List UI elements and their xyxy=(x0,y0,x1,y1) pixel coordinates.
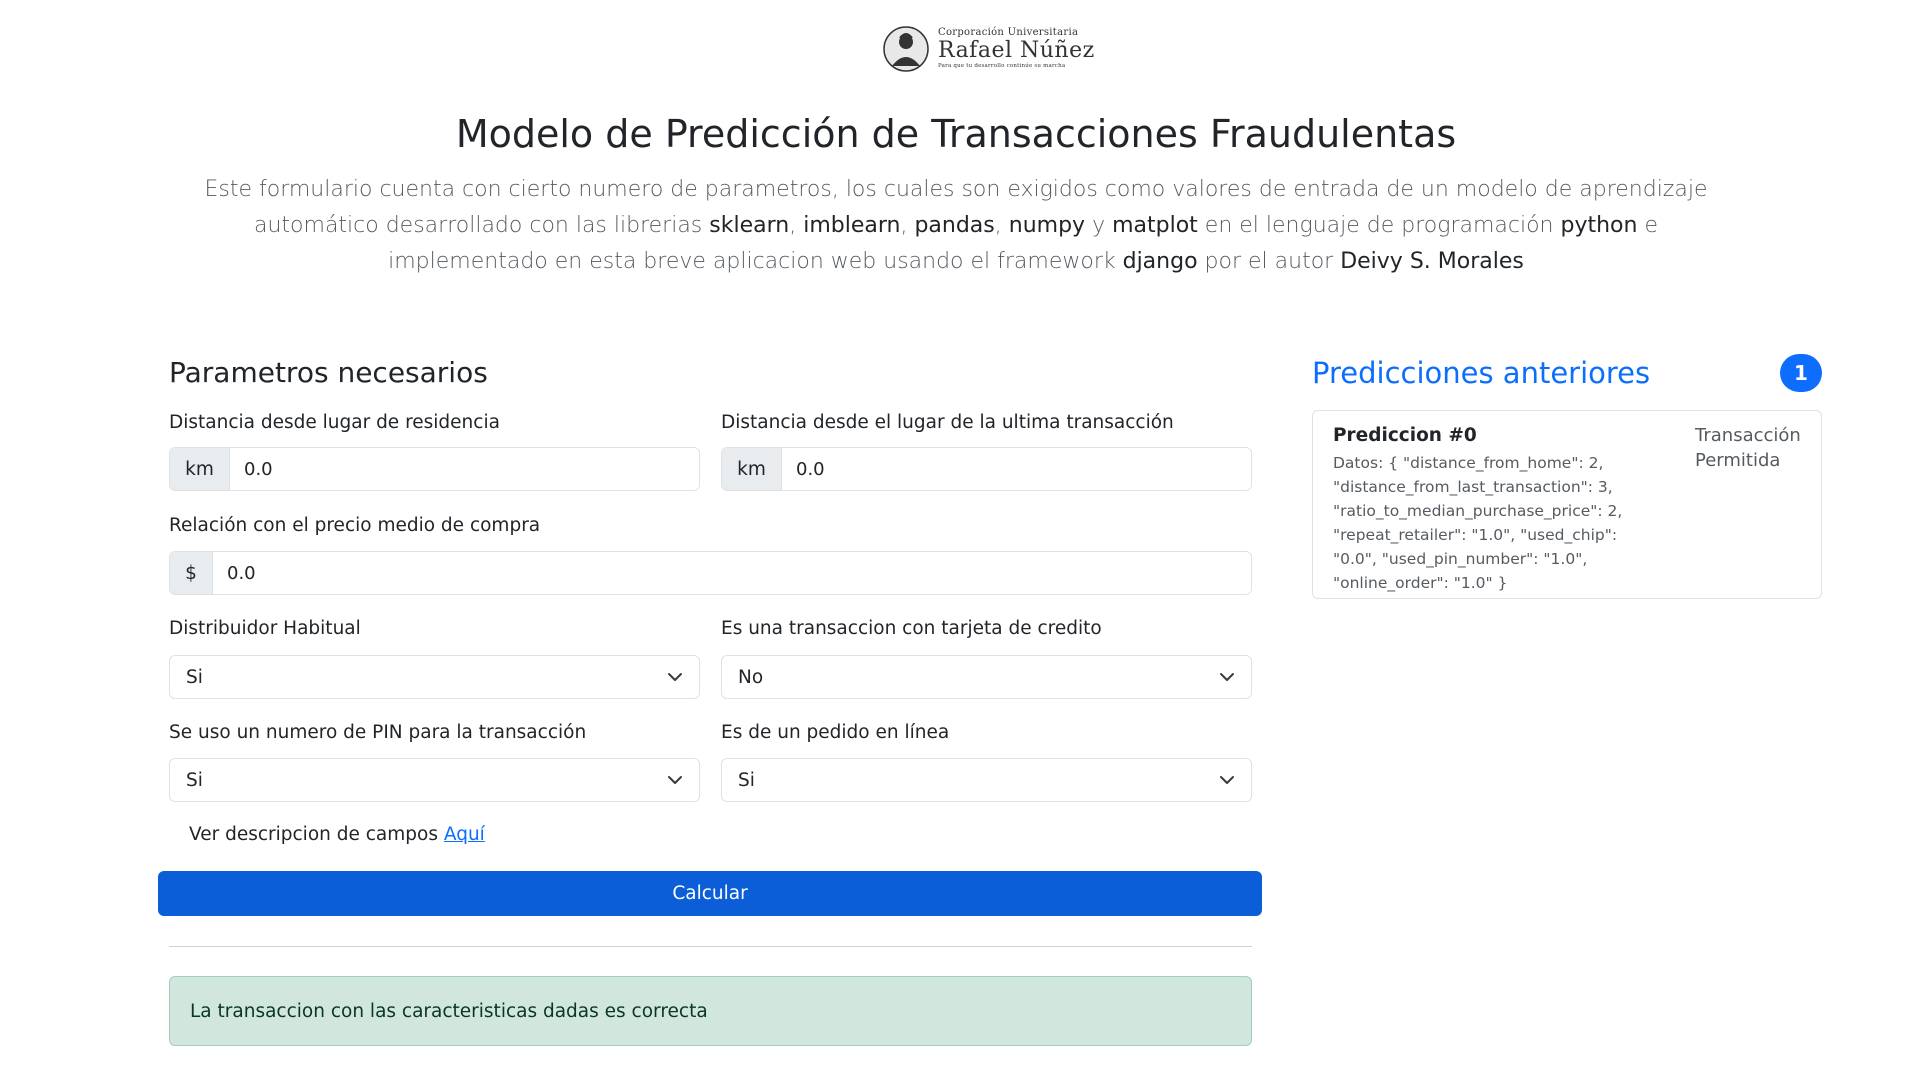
university-emblem-icon xyxy=(883,26,929,72)
page-title: Modelo de Predicción de Transacciones Fr… xyxy=(455,112,1457,156)
used-pin-label: Se uso un numero de PIN para la transacc… xyxy=(169,722,587,743)
intro-sep: , xyxy=(994,213,1009,238)
result-alert: La transaccion con las caracteristicas d… xyxy=(169,976,1252,1046)
lib-imblearn: imblearn xyxy=(803,213,901,238)
online-order-select[interactable]: Si xyxy=(721,758,1252,802)
logo-line1: Corporación Universitaria xyxy=(938,27,1079,39)
repeat-retailer-label: Distribuidor Habitual xyxy=(169,618,361,639)
chevron-down-icon xyxy=(668,776,682,784)
online-order-value: Si xyxy=(738,769,755,791)
repeat-retailer-value: Si xyxy=(186,666,203,688)
field-description-line: Ver descripcion de campos Aquí xyxy=(189,824,485,845)
ratio-input[interactable] xyxy=(213,552,1251,594)
prediction-status: Transacción Permitida xyxy=(1695,425,1801,471)
chevron-down-icon xyxy=(1220,776,1234,784)
distance-last-label: Distancia desde el lugar de la ultima tr… xyxy=(721,412,1174,433)
framework-django: django xyxy=(1122,249,1198,274)
prediction-title: Prediccion #0 xyxy=(1333,425,1477,446)
intro-text-2: en el lenguaje de programación xyxy=(1197,213,1561,238)
author-name: Deivy S. Morales xyxy=(1340,249,1524,274)
intro-sep: , xyxy=(900,213,915,238)
lib-sklearn: sklearn xyxy=(709,213,790,238)
calculate-button[interactable]: Calcular xyxy=(158,871,1262,916)
field-description-link[interactable]: Aquí xyxy=(444,824,485,845)
lib-pandas: pandas xyxy=(914,213,995,238)
used-chip-value: No xyxy=(738,666,764,688)
divider xyxy=(169,946,1252,947)
chevron-down-icon xyxy=(668,673,682,681)
online-order-label: Es de un pedido en línea xyxy=(721,722,950,743)
predictions-count-badge: 1 xyxy=(1780,354,1822,392)
logo-tagline: Para que tu desarrollo continúe su march… xyxy=(938,63,1066,70)
lib-numpy: numpy xyxy=(1008,213,1086,238)
lang-python: python xyxy=(1560,213,1638,238)
prediction-card: Prediccion #0 Datos: { "distance_from_ho… xyxy=(1312,410,1822,599)
ratio-label: Relación con el precio medio de compra xyxy=(169,515,541,536)
ratio-group: $ xyxy=(169,551,1252,595)
previous-predictions-title: Predicciones anteriores xyxy=(1312,356,1651,390)
used-chip-select[interactable]: No xyxy=(721,655,1252,699)
used-chip-label: Es una transaccion con tarjeta de credit… xyxy=(721,618,1102,639)
distance-home-label: Distancia desde lugar de residencia xyxy=(169,412,500,433)
used-pin-value: Si xyxy=(186,769,203,791)
intro-sep: y xyxy=(1085,213,1113,238)
distance-last-group: km xyxy=(721,447,1252,491)
result-message: La transaccion con las caracteristicas d… xyxy=(190,1000,708,1022)
distance-last-unit: km xyxy=(722,448,782,490)
intro-paragraph: Este formulario cuenta con cierto numero… xyxy=(190,172,1722,280)
form-title: Parametros necesarios xyxy=(169,356,488,389)
ratio-unit: $ xyxy=(170,552,213,594)
distance-home-unit: km xyxy=(170,448,230,490)
intro-text-4: por el autor xyxy=(1197,249,1341,274)
used-pin-select[interactable]: Si xyxy=(169,758,700,802)
distance-last-input[interactable] xyxy=(782,448,1251,490)
intro-sep: , xyxy=(789,213,804,238)
distance-home-group: km xyxy=(169,447,700,491)
logo-text: Corporación Universitaria Rafael Núñez P… xyxy=(938,28,1095,70)
university-logo: Corporación Universitaria Rafael Núñez P… xyxy=(880,24,1120,74)
logo-line2: Rafael Núñez xyxy=(938,38,1095,64)
lib-matplot: matplot xyxy=(1112,213,1198,238)
distance-home-input[interactable] xyxy=(230,448,699,490)
field-description-text: Ver descripcion de campos xyxy=(189,824,444,845)
repeat-retailer-select[interactable]: Si xyxy=(169,655,700,699)
chevron-down-icon xyxy=(1220,673,1234,681)
prediction-data: Datos: { "distance_from_home": 2, "dista… xyxy=(1333,454,1623,592)
